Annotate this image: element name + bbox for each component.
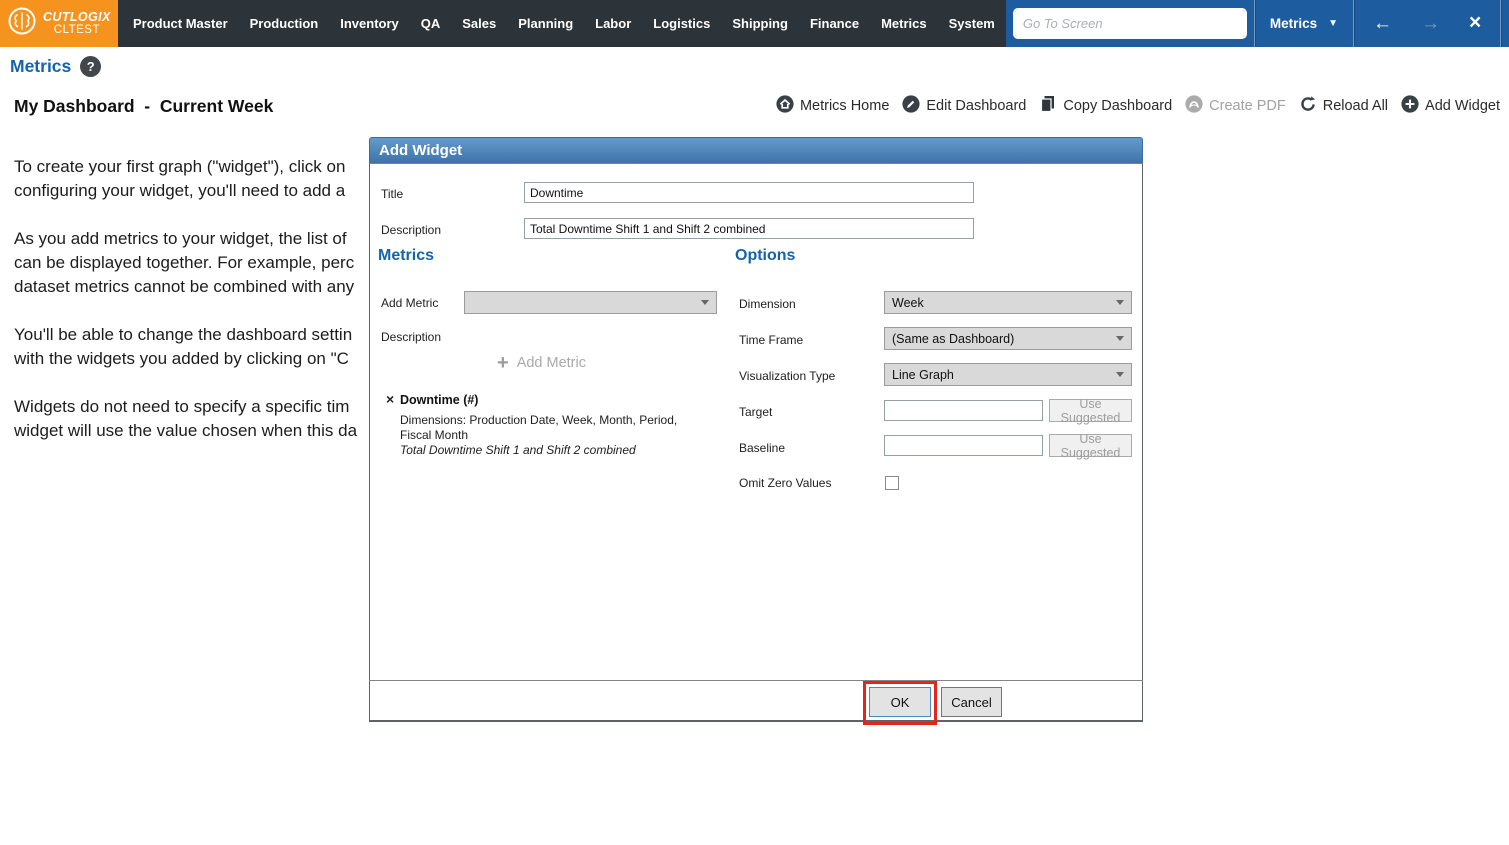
time-frame-select[interactable]: (Same as Dashboard)	[884, 327, 1132, 350]
omit-zero-values-label: Omit Zero Values	[739, 476, 831, 490]
menu-item-planning[interactable]: Planning	[507, 16, 584, 31]
copy-pages-icon	[1039, 95, 1057, 117]
add-metric-label: Add Metric	[381, 296, 438, 310]
intro-line: You'll be able to change the dashboard s…	[14, 323, 357, 347]
top-navbar: CUTLOGIX CLTEST Product Master Productio…	[0, 0, 1509, 47]
module-dropdown[interactable]: Metrics ▼	[1254, 0, 1353, 47]
menu-item-labor[interactable]: Labor	[584, 16, 642, 31]
add-metric-select[interactable]	[464, 291, 717, 314]
intro-line: As you add metrics to your widget, the l…	[14, 227, 357, 251]
reload-all-button[interactable]: Reload All	[1299, 95, 1388, 117]
dashboard-title: My Dashboard - Current Week	[14, 96, 273, 117]
chevron-down-icon	[701, 300, 709, 305]
home-icon	[776, 95, 794, 117]
cancel-button[interactable]: Cancel	[941, 687, 1002, 717]
brand-name: CUTLOGIX	[43, 10, 111, 24]
title-label: Title	[381, 187, 403, 201]
add-metric-plus-button[interactable]: + Add Metric	[497, 353, 586, 373]
intro-line: can be displayed together. For example, …	[14, 251, 357, 275]
dimension-select[interactable]: Week	[884, 291, 1132, 314]
menu-item-qa[interactable]: QA	[410, 16, 452, 31]
pdf-icon	[1185, 95, 1203, 117]
add-widget-button[interactable]: Add Widget	[1401, 95, 1500, 117]
page-title: Metrics	[10, 56, 71, 77]
favorites-section: ☆	[1500, 0, 1509, 47]
refresh-icon	[1299, 95, 1317, 117]
options-section-heading: Options	[735, 247, 795, 265]
dashboard-toolbar: Metrics Home Edit Dashboard Copy Dashboa…	[776, 95, 1500, 117]
dialog-titlebar: Add Widget	[369, 137, 1143, 163]
metrics-section-heading: Metrics	[378, 247, 434, 265]
widget-title-input[interactable]	[524, 182, 974, 203]
target-input[interactable]	[884, 400, 1043, 421]
history-controls: ← → ×	[1353, 0, 1500, 47]
pencil-icon	[902, 95, 920, 117]
brand-logo[interactable]: CUTLOGIX CLTEST	[0, 0, 118, 47]
go-to-screen-input[interactable]	[1015, 10, 1245, 37]
metrics-home-button[interactable]: Metrics Home	[776, 95, 889, 117]
visualization-type-select[interactable]: Line Graph	[884, 363, 1132, 386]
menu-item-finance[interactable]: Finance	[799, 16, 870, 31]
chevron-down-icon	[1116, 372, 1124, 377]
plus-circle-icon	[1401, 95, 1419, 117]
intro-line: To create your first graph ("widget"), c…	[14, 155, 357, 179]
quick-access-bar: Metrics ▼ ← → × ☆	[1006, 0, 1509, 47]
menu-item-sales[interactable]: Sales	[451, 16, 507, 31]
close-screen-button[interactable]: ×	[1469, 12, 1481, 33]
main-menu: Product Master Production Inventory QA S…	[118, 0, 1006, 47]
selected-metric-description: Total Downtime Shift 1 and Shift 2 combi…	[400, 443, 636, 457]
selected-metric-name: Downtime (#)	[400, 393, 478, 407]
target-use-suggested-button[interactable]: Use Suggested	[1049, 399, 1132, 422]
module-dropdown-label: Metrics	[1270, 16, 1317, 31]
back-button[interactable]: ←	[1373, 14, 1392, 33]
widget-description-input[interactable]	[524, 218, 974, 239]
brand-environment: CLTEST	[54, 24, 100, 37]
menu-item-inventory[interactable]: Inventory	[329, 16, 410, 31]
intro-line: dataset metrics cannot be combined with …	[14, 275, 357, 299]
baseline-label: Baseline	[739, 441, 785, 455]
copy-dashboard-button[interactable]: Copy Dashboard	[1039, 95, 1172, 117]
intro-line: configuring your widget, you'll need to …	[14, 179, 357, 203]
visualization-type-label: Visualization Type	[739, 369, 835, 383]
intro-line: with the widgets you added by clicking o…	[14, 347, 357, 371]
dialog-footer-divider	[369, 680, 1143, 681]
dimension-label: Dimension	[739, 297, 796, 311]
brain-logo-icon	[7, 6, 37, 41]
menu-item-system[interactable]: System	[938, 16, 1006, 31]
help-button[interactable]: ?	[80, 56, 101, 77]
forward-button[interactable]: →	[1421, 14, 1440, 33]
menu-item-production[interactable]: Production	[239, 16, 330, 31]
menu-item-shipping[interactable]: Shipping	[721, 16, 799, 31]
chevron-down-icon	[1116, 336, 1124, 341]
time-frame-label: Time Frame	[739, 333, 803, 347]
add-widget-dialog: Add Widget Title Description Metrics Add…	[369, 137, 1143, 722]
chevron-down-icon	[1116, 300, 1124, 305]
selected-metric-dimensions: Dimensions: Production Date, Week, Month…	[400, 413, 677, 427]
menu-item-logistics[interactable]: Logistics	[642, 16, 721, 31]
plus-icon: +	[497, 353, 509, 373]
baseline-use-suggested-button[interactable]: Use Suggested	[1049, 434, 1132, 457]
selected-metric-dimensions-cont: Fiscal Month	[400, 428, 468, 442]
ok-button[interactable]: OK	[869, 687, 931, 717]
dialog-title: Add Widget	[379, 142, 462, 159]
target-label: Target	[739, 405, 772, 419]
baseline-input[interactable]	[884, 435, 1043, 456]
menu-item-product-master[interactable]: Product Master	[122, 16, 239, 31]
menu-item-metrics[interactable]: Metrics	[870, 16, 938, 31]
omit-zero-values-checkbox[interactable]	[885, 476, 899, 490]
dashboard-intro-text: To create your first graph ("widget"), c…	[14, 155, 357, 467]
description-label: Description	[381, 223, 441, 237]
chevron-down-icon: ▼	[1328, 19, 1338, 29]
create-pdf-button[interactable]: Create PDF	[1185, 95, 1286, 117]
edit-dashboard-button[interactable]: Edit Dashboard	[902, 95, 1026, 117]
remove-metric-button[interactable]: ×	[386, 392, 394, 406]
intro-line: Widgets do not need to specify a specifi…	[14, 395, 357, 419]
metric-description-label: Description	[381, 330, 441, 344]
intro-line: widget will use the value chosen when th…	[14, 419, 357, 443]
